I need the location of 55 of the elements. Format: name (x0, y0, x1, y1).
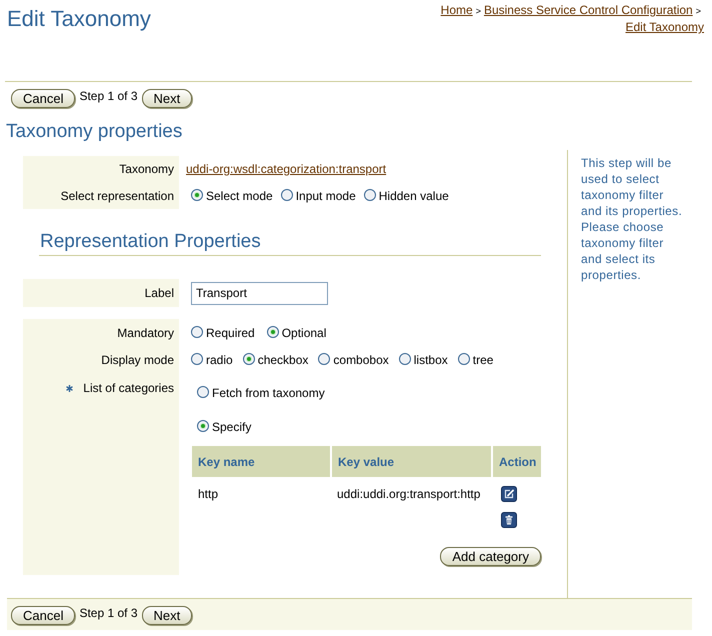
radio-button-icon[interactable] (266, 326, 279, 338)
field-label: List of categories (83, 381, 174, 395)
radio-button-icon[interactable] (191, 352, 203, 364)
radio-button-icon[interactable] (191, 188, 203, 200)
field-label: Mandatory (117, 326, 174, 340)
field-label: Select representation (60, 188, 174, 202)
field-label: Taxonomy (119, 162, 174, 176)
radio-button-icon[interactable] (197, 420, 209, 432)
radio-button-icon[interactable] (191, 326, 203, 338)
field-label: Display mode (101, 352, 174, 366)
trash-icon[interactable] (501, 512, 517, 528)
next-button[interactable]: Next (142, 606, 192, 625)
radio-option[interactable]: listbox (398, 352, 448, 366)
radio-option[interactable]: Specify (197, 420, 252, 434)
radio-option[interactable]: checkbox (242, 352, 308, 366)
radio-button-icon[interactable] (398, 352, 411, 364)
add-category-button[interactable]: Add category (440, 547, 541, 566)
radio-option[interactable]: Fetch from taxonomy (197, 386, 325, 400)
step-indicator: Step 1 of 3 (79, 606, 138, 620)
edit-icon[interactable] (501, 486, 517, 502)
breadcrumb-link[interactable]: Business Service Control Configuration (484, 2, 693, 18)
label-input[interactable]: Transport (191, 282, 328, 304)
radio-button-icon[interactable] (364, 188, 376, 200)
radio-option[interactable]: combobox (318, 352, 389, 366)
radio-option[interactable]: Hidden value (364, 188, 449, 202)
breadcrumb-link[interactable]: Home (440, 2, 473, 18)
column-header: Key name (192, 446, 330, 477)
radio-button-icon[interactable] (242, 352, 255, 364)
radio-button-icon[interactable] (197, 386, 209, 398)
table-cell-text: http (197, 486, 220, 503)
breadcrumb-separator: > (696, 5, 701, 18)
cancel-button[interactable]: Cancel (11, 89, 76, 108)
section-heading: Representation Properties (40, 231, 261, 253)
next-button[interactable]: Next (142, 89, 192, 108)
step-indicator: Step 1 of 3 (79, 89, 138, 103)
radio-button-icon[interactable] (318, 352, 330, 364)
radio-option[interactable]: Optional (266, 326, 326, 340)
column-header: Key value (332, 446, 491, 477)
breadcrumb-link[interactable]: Edit Taxonomy (626, 19, 704, 35)
column-header: Action (493, 446, 541, 477)
radio-option[interactable]: Select mode (191, 188, 273, 202)
radio-option[interactable]: radio (191, 352, 233, 366)
page-title: Edit Taxonomy (7, 6, 151, 32)
section-heading: Taxonomy properties (6, 121, 182, 143)
help-text: This step will be used to select taxonomy filter and its properties. Please choose taxonomy filter and select its properties. (581, 155, 684, 283)
table-cell-text: uddi:uddi.org:transport:http (336, 486, 482, 503)
radio-button-icon[interactable] (458, 352, 470, 364)
radio-option[interactable]: Required (191, 326, 255, 340)
taxonomy-link[interactable]: uddi-org:wsdl:categorization:transport (186, 162, 386, 176)
radio-button-icon[interactable] (280, 188, 293, 200)
breadcrumb-separator: > (476, 5, 481, 18)
radio-option[interactable]: Input mode (280, 188, 356, 202)
cancel-button[interactable]: Cancel (11, 606, 76, 625)
radio-option[interactable]: tree (458, 352, 494, 366)
field-label: Label (144, 286, 174, 300)
